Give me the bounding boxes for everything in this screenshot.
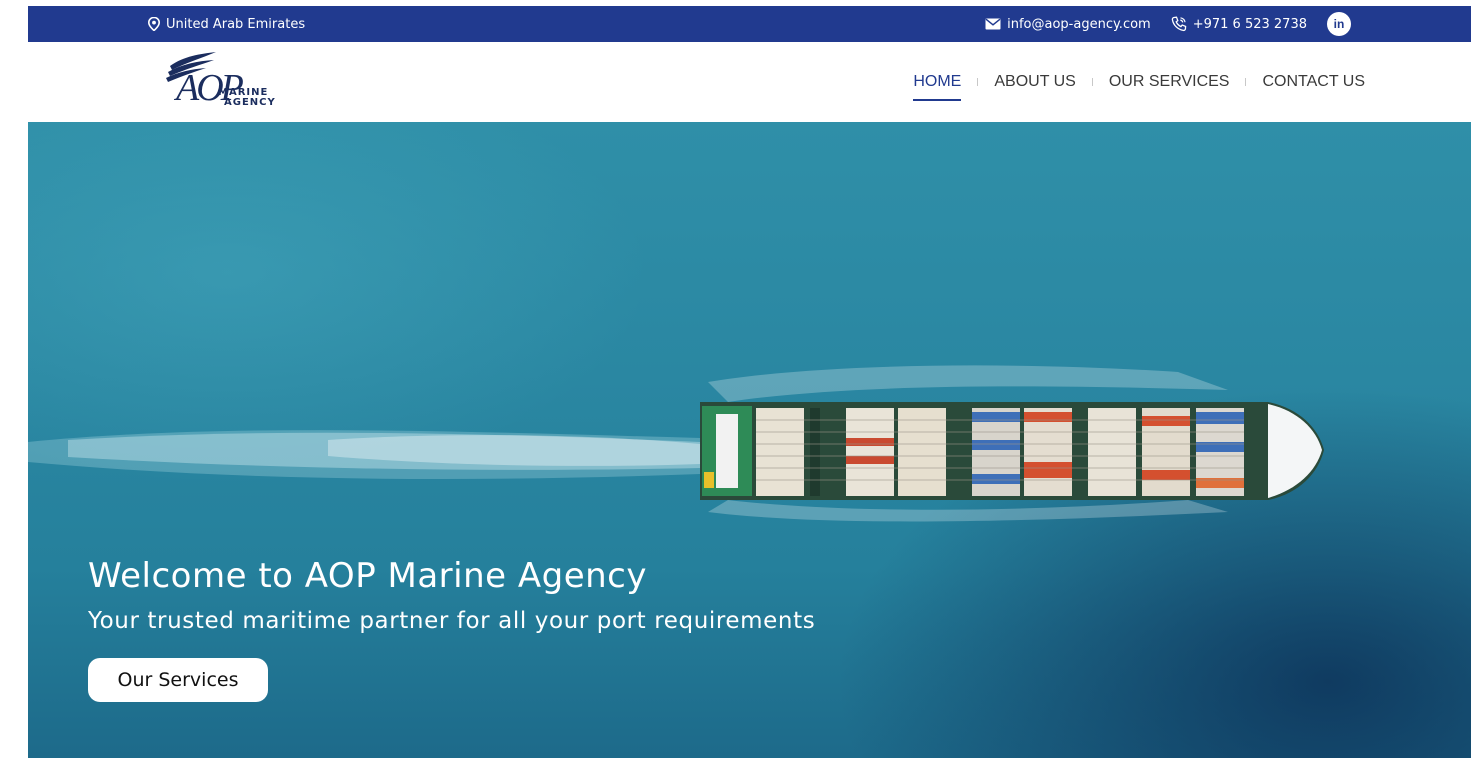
hero-subtitle: Your trusted maritime partner for all yo… [88, 608, 816, 634]
site-header: AOP MARINE AGENCY HOME ABOUT US OUR SERV… [28, 42, 1471, 122]
top-bar: United Arab Emirates info@aop-agency.com… [28, 6, 1471, 42]
envelope-icon [985, 18, 1001, 30]
logo-subtitle: MARINE AGENCY [218, 88, 276, 108]
nav-item-contact-us[interactable]: CONTACT US [1252, 73, 1375, 91]
location-info: United Arab Emirates [148, 6, 305, 42]
map-pin-icon [148, 17, 160, 31]
main-nav: HOME ABOUT US OUR SERVICES CONTACT US [903, 42, 1375, 122]
logo[interactable]: AOP MARINE AGENCY [148, 52, 288, 114]
nav-item-our-services[interactable]: OUR SERVICES [1099, 73, 1240, 91]
nav-item-home[interactable]: HOME [903, 73, 971, 101]
logo-line-2: AGENCY [224, 97, 276, 108]
email-link[interactable]: info@aop-agency.com [985, 17, 1151, 32]
hero-title: Welcome to AOP Marine Agency [88, 556, 647, 596]
phone-text: +971 6 523 2738 [1192, 16, 1307, 32]
phone-icon [1171, 16, 1187, 32]
phone-link[interactable]: +971 6 523 2738 [1171, 16, 1307, 32]
contact-info: info@aop-agency.com +971 6 523 2738 in [985, 6, 1351, 42]
nav-separator [977, 78, 979, 86]
our-services-button[interactable]: Our Services [88, 658, 268, 702]
nav-item-about-us[interactable]: ABOUT US [984, 73, 1086, 91]
nav-separator [1091, 78, 1093, 86]
hero-banner: Welcome to AOP Marine Agency Your truste… [28, 122, 1471, 758]
page: United Arab Emirates info@aop-agency.com… [28, 6, 1471, 758]
linkedin-icon[interactable]: in [1327, 12, 1351, 36]
location-text: United Arab Emirates [166, 16, 306, 32]
nav-separator [1245, 78, 1247, 86]
email-text: info@aop-agency.com [1007, 16, 1151, 32]
